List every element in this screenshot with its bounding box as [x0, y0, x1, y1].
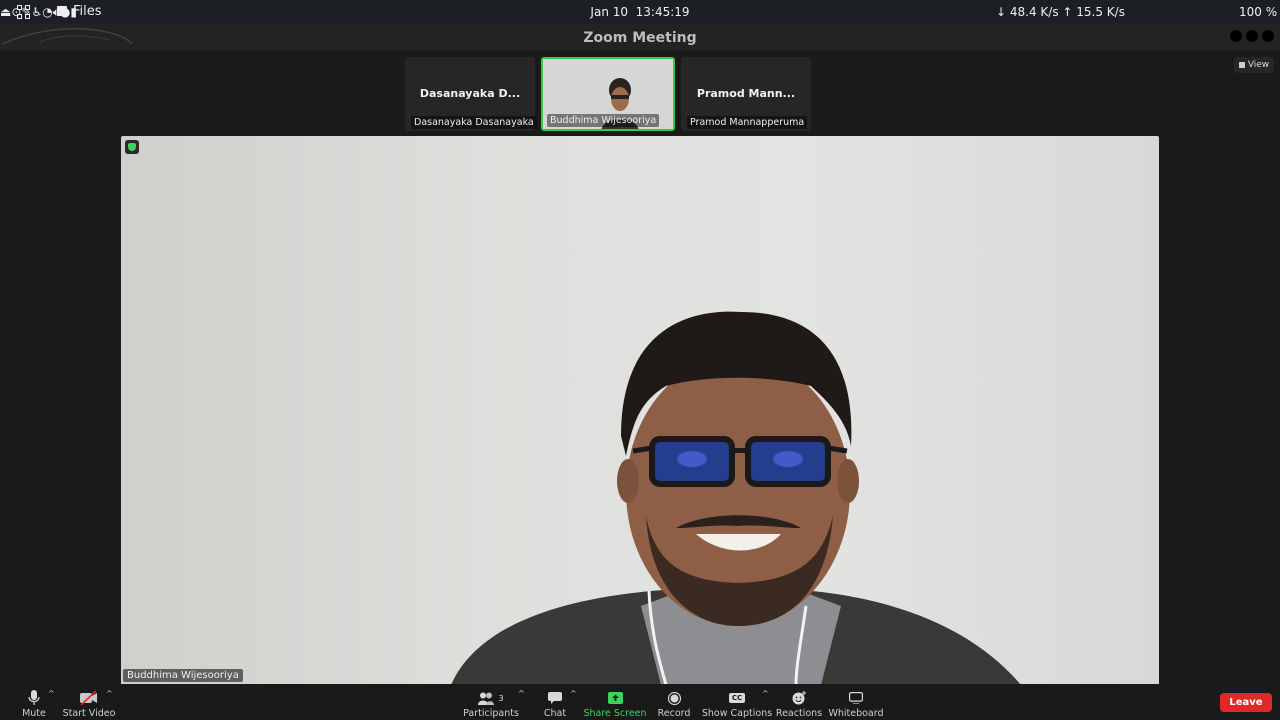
files-icon	[57, 5, 67, 16]
audio-options-caret[interactable]: ^	[48, 689, 55, 698]
whiteboard-label: Whiteboard	[828, 708, 884, 719]
microphone-icon	[28, 689, 40, 707]
show-captions-button[interactable]: CC Show Captions	[701, 684, 773, 720]
participant-thumbnail[interactable]: Dasanayaka D... Dasanayaka Dasanayaka	[405, 57, 537, 131]
participant-thumbnail-active-speaker[interactable]: Buddhima Wijesooriya	[541, 57, 675, 131]
encryption-shield-icon[interactable]	[125, 140, 139, 154]
video-off-icon	[80, 689, 98, 707]
participant-label: Buddhima Wijesooriya	[547, 114, 660, 127]
main-speaker-video[interactable]	[121, 136, 1159, 685]
share-screen-icon	[607, 689, 623, 707]
mute-button[interactable]: Mute	[18, 684, 50, 720]
participant-thumbnail[interactable]: Pramod Mann... Pramod Mannapperuma	[681, 57, 811, 131]
record-button[interactable]: Record	[656, 684, 692, 720]
leave-meeting-button[interactable]: Leave	[1220, 693, 1272, 712]
network-speed[interactable]: ↓ 48.4 K/s ↑ 15.5 K/s	[996, 5, 1125, 19]
participants-label: Participants	[463, 708, 519, 719]
chat-bubble-icon	[548, 689, 562, 707]
speaker-name-label: Buddhima Wijesooriya	[123, 669, 243, 682]
participants-button[interactable]: 3 Participants	[463, 684, 519, 720]
net-up: 15.5 K/s	[1076, 5, 1125, 19]
participants-options-caret[interactable]: ^	[518, 689, 525, 698]
date[interactable]: Jan 10	[590, 5, 628, 19]
show-captions-label: Show Captions	[701, 708, 773, 719]
start-video-label: Start Video	[62, 708, 116, 719]
share-screen-label: Share Screen	[583, 708, 647, 719]
participants-icon: 3	[478, 689, 504, 707]
window-title: Zoom Meeting	[583, 30, 697, 46]
files-app-button[interactable]: Files	[57, 4, 102, 19]
video-options-caret[interactable]: ^	[106, 689, 113, 698]
battery-percent[interactable]: 100 %	[1239, 5, 1277, 19]
closed-captions-icon: CC	[728, 689, 746, 707]
net-down: 48.4 K/s	[1009, 5, 1059, 19]
reactions-smiley-icon	[792, 689, 807, 707]
whiteboard-icon	[849, 689, 863, 707]
whiteboard-button[interactable]: Whiteboard	[828, 684, 884, 720]
participant-name-placeholder: Pramod Mann...	[696, 87, 796, 100]
participants-count: 3	[498, 693, 504, 703]
system-top-bar: Files Jan 10 13:45:19 ⏏ ⊙ ✎ ↓ 48.4 K/s ↑…	[0, 0, 1280, 24]
close-button[interactable]	[1262, 30, 1274, 42]
files-label: Files	[73, 4, 102, 19]
accessibility-icon[interactable]: ♿	[31, 5, 42, 19]
speaker-video-frame	[451, 311, 1021, 685]
minimize-button[interactable]	[1230, 30, 1242, 42]
participant-name-placeholder: Dasanayaka D...	[419, 87, 521, 100]
time[interactable]: 13:45:19	[636, 5, 690, 19]
share-screen-button[interactable]: Share Screen	[583, 684, 647, 720]
participant-label: Pramod Mannapperuma	[687, 116, 808, 129]
meeting-toolbar: Mute ^ Start Video ^ 3 Participants ^ Ch…	[0, 684, 1280, 720]
reactions-label: Reactions	[775, 708, 823, 719]
view-label: View	[1247, 60, 1270, 70]
chat-label: Chat	[543, 708, 567, 719]
kali-dragon-watermark-icon	[1, 28, 133, 45]
view-button[interactable]: View	[1234, 57, 1274, 73]
record-icon	[667, 689, 681, 707]
maximize-button[interactable]	[1246, 30, 1258, 42]
apps-grid-icon[interactable]	[17, 5, 31, 19]
chat-options-caret[interactable]: ^	[570, 689, 577, 698]
captions-badge: CC	[728, 693, 746, 703]
captions-options-caret[interactable]: ^	[762, 689, 769, 698]
reactions-button[interactable]: Reactions	[775, 684, 823, 720]
wifi-icon[interactable]: ◔	[42, 5, 52, 19]
participant-label: Dasanayaka Dasanayaka	[411, 116, 537, 129]
chat-button[interactable]: Chat	[540, 684, 570, 720]
mute-label: Mute	[22, 708, 46, 719]
record-label: Record	[657, 708, 691, 719]
view-grid-icon	[1238, 62, 1245, 68]
window-title-bar[interactable]: Zoom Meeting	[0, 24, 1280, 50]
eject-icon[interactable]: ⏏	[0, 5, 11, 19]
